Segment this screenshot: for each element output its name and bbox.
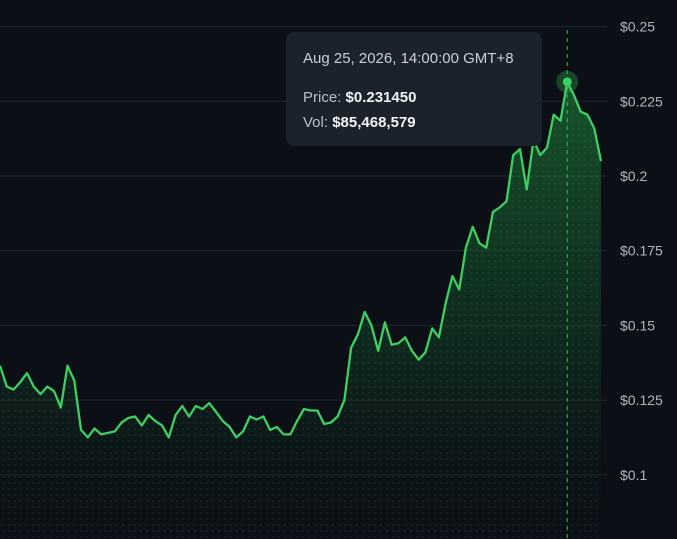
y-tick-label: $0.25 [620, 19, 655, 35]
y-tick-label: $0.225 [620, 93, 663, 109]
price-tooltip: Aug 25, 2026, 14:00:00 GMT+8 Price: $0.2… [286, 32, 542, 146]
tooltip-volume-row: Vol: $85,468,579 [303, 110, 525, 135]
tooltip-date: Aug 25, 2026, 14:00:00 GMT+8 [303, 50, 514, 67]
y-tick-label: $0.2 [620, 168, 647, 184]
y-tick-label: $0.1 [620, 467, 647, 483]
y-tick-label: $0.175 [620, 243, 663, 259]
y-tick-label: $0.125 [620, 392, 663, 408]
price-area-dots [0, 81, 601, 539]
tooltip-price-label: Price: [303, 89, 342, 106]
y-axis-ticks: $0.25 $0.225 $0.2 $0.175 $0.15 $0.125 $0.1 [620, 19, 663, 483]
price-chart-container[interactable]: $0.25 $0.225 $0.2 $0.175 $0.15 $0.125 $0.1 Aug… [0, 0, 677, 539]
tooltip-volume-value: $85,468,579 [332, 114, 416, 131]
tooltip-volume-label: Vol: [303, 114, 329, 131]
tooltip-price-row: Price: $0.231450 [303, 85, 525, 110]
tooltip-price-value: $0.231450 [345, 89, 417, 106]
highlight-point[interactable] [562, 77, 572, 87]
y-tick-label: $0.15 [620, 317, 655, 333]
